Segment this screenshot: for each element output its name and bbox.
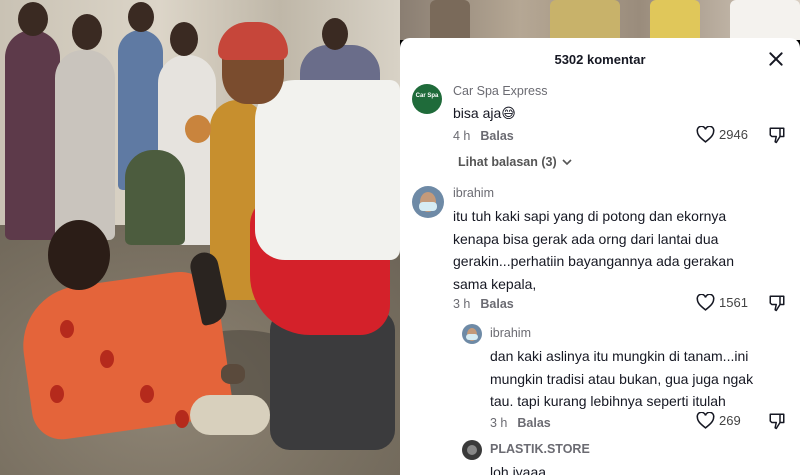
avatar-logo: Car Spa bbox=[415, 93, 439, 99]
reply-button[interactable]: Balas bbox=[480, 297, 513, 311]
avatar[interactable] bbox=[412, 186, 444, 218]
like-count: 269 bbox=[719, 413, 741, 428]
avatar[interactable]: Car Spa bbox=[412, 84, 442, 114]
comment-meta: 3 h Balas bbox=[453, 297, 514, 311]
bystander-head bbox=[170, 22, 198, 56]
dislike-icon[interactable] bbox=[768, 294, 786, 312]
heart-icon bbox=[696, 412, 715, 429]
healer-white-cloth bbox=[255, 80, 400, 260]
avatar[interactable] bbox=[462, 440, 482, 460]
reply-button[interactable]: Balas bbox=[480, 129, 513, 143]
avatar[interactable] bbox=[462, 324, 482, 344]
bystander bbox=[430, 0, 470, 40]
bystander bbox=[650, 0, 700, 40]
heart-icon bbox=[696, 126, 715, 143]
comment-author[interactable]: ibrahim bbox=[490, 326, 531, 340]
chevron-down-icon bbox=[562, 159, 572, 166]
bystander bbox=[730, 0, 800, 40]
like-count: 1561 bbox=[719, 295, 748, 310]
like-button[interactable]: 269 bbox=[696, 412, 741, 429]
bystander-head bbox=[18, 2, 48, 36]
comments-panel[interactable]: 5302 komentar Car Spa Car Spa Express bi… bbox=[400, 38, 800, 475]
comment-text-line: tau. tapi kurang lebihnya seperti itulah bbox=[490, 393, 726, 409]
gourd bbox=[185, 115, 211, 143]
bystander bbox=[55, 50, 115, 240]
bystander bbox=[550, 0, 620, 40]
bystander bbox=[5, 30, 60, 240]
comment-time: 3 h bbox=[453, 297, 471, 311]
avatar-logo bbox=[467, 445, 477, 455]
dress-pattern bbox=[175, 410, 189, 428]
comment-text-line: kenapa bisa gerak ada orng dari lantai d… bbox=[453, 230, 719, 247]
comment-time: 3 h bbox=[490, 416, 508, 430]
like-button[interactable]: 1561 bbox=[696, 294, 748, 311]
comment-meta: 3 h Balas bbox=[490, 416, 551, 430]
comment-text-line: mungkin tradisi atau bukan, gua juga nga… bbox=[490, 370, 754, 387]
comment-text-line: dan kaki aslinya itu mungkin di tanam...… bbox=[490, 348, 749, 364]
dislike-icon[interactable] bbox=[768, 126, 786, 144]
bystander-head bbox=[72, 14, 102, 50]
comment-author[interactable]: Car Spa Express bbox=[453, 84, 547, 98]
avatar-mask bbox=[466, 334, 478, 340]
comment-text-line: sama kepala, bbox=[453, 275, 537, 292]
video-frame[interactable] bbox=[0, 0, 400, 475]
video-frame-top bbox=[400, 0, 800, 40]
comment-text: dan kaki aslinya itu mungkin di tanam...… bbox=[490, 345, 790, 413]
like-button[interactable]: 2946 bbox=[696, 126, 748, 143]
seated-woman-head bbox=[48, 220, 110, 290]
comment-count: 5302 komentar bbox=[554, 52, 646, 67]
view-replies-label: Lihat balasan (3) bbox=[458, 155, 557, 169]
hoof-legs bbox=[190, 395, 270, 435]
heart-icon bbox=[696, 294, 715, 311]
comment-text-line: gerakin...perhatiin bayangannya ada gera… bbox=[453, 253, 734, 269]
like-count: 2946 bbox=[719, 127, 748, 142]
dislike-icon[interactable] bbox=[768, 412, 786, 430]
dress-pattern bbox=[60, 320, 74, 338]
dress-pattern bbox=[50, 385, 64, 403]
comment-author[interactable]: ibrahim bbox=[453, 186, 494, 200]
comment-meta: 4 h Balas bbox=[453, 129, 514, 143]
comment-text: itu tuh kaki sapi yang di potong dan eko… bbox=[453, 205, 773, 295]
comment-author[interactable]: PLASTIK.STORE bbox=[490, 442, 590, 456]
dress-pattern bbox=[100, 350, 114, 368]
comment-text: loh iyaaa bbox=[490, 464, 547, 475]
close-icon[interactable] bbox=[766, 49, 786, 69]
dress-pattern bbox=[140, 385, 154, 403]
reply-button[interactable]: Balas bbox=[517, 416, 550, 430]
clay-pot bbox=[221, 364, 245, 384]
comment-text-line: itu tuh kaki sapi yang di potong dan eko… bbox=[453, 208, 727, 224]
view-replies-button[interactable]: Lihat balasan (3) bbox=[458, 155, 572, 169]
comment-text: bisa aja😅 bbox=[453, 105, 516, 121]
bystander-head bbox=[128, 2, 154, 32]
bystander bbox=[125, 150, 185, 245]
bystander-head bbox=[322, 18, 348, 50]
comment-time: 4 h bbox=[453, 129, 471, 143]
avatar-mask bbox=[419, 202, 437, 211]
